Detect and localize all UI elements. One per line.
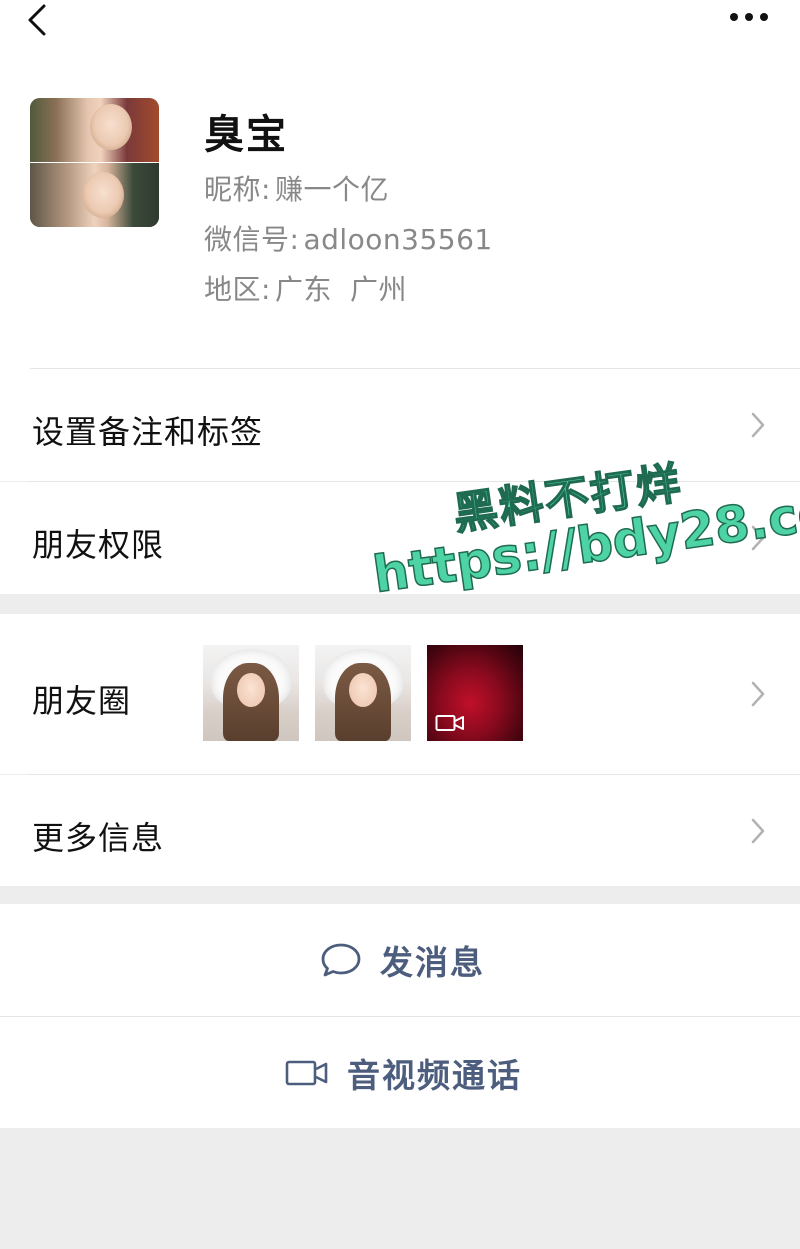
moments-video-thumbnail[interactable] [427, 645, 523, 741]
chevron-right-icon [751, 818, 765, 844]
video-call-button[interactable]: 音视频通话 [0, 1017, 800, 1128]
region-label: 地区: [204, 273, 271, 306]
more-dots-icon [730, 13, 768, 21]
moments-row[interactable]: 朋友圈 [0, 614, 800, 774]
moments-thumbnail[interactable] [315, 645, 411, 741]
wechat-id-value: adloon35561 [303, 223, 493, 256]
region-province: 广东 [274, 273, 332, 306]
thumbnail-face [237, 673, 265, 707]
moments-label: 朋友圈 [32, 682, 132, 720]
remark-tags-row[interactable]: 设置备注和标签 [0, 369, 800, 481]
nickname-row: 昵称: 赚一个亿 [204, 168, 389, 208]
more-info-label: 更多信息 [32, 819, 165, 857]
thumbnail-face [349, 673, 377, 707]
section-gap [0, 594, 800, 614]
wechat-id-label: 微信号: [204, 223, 300, 256]
avatar-face-top [90, 104, 132, 150]
chevron-right-icon [751, 412, 765, 438]
video-camera-icon [285, 1060, 328, 1085]
back-button[interactable] [20, 0, 60, 40]
wechat-id-row: 微信号: adloon35561 [204, 218, 493, 258]
more-info-row[interactable]: 更多信息 [0, 775, 800, 886]
nickname-value: 赚一个亿 [274, 173, 389, 206]
chat-bubble-icon [321, 943, 361, 977]
avatar[interactable] [30, 98, 159, 227]
region-city: 广州 [349, 273, 407, 306]
send-message-label: 发消息 [380, 943, 485, 982]
section-gap [0, 886, 800, 904]
top-nav-bar [0, 0, 800, 60]
video-call-label: 音视频通话 [347, 1055, 522, 1095]
profile-header: 臭宝 昵称: 赚一个亿 微信号: adloon35561 地区: 广东 广州 [0, 60, 800, 370]
avatar-face-bottom [82, 172, 124, 218]
more-options-button[interactable] [724, 2, 774, 32]
avatar-split-line [30, 162, 159, 163]
chevron-right-icon [751, 681, 765, 707]
contact-name: 臭宝 [204, 112, 288, 158]
back-chevron-icon [28, 4, 46, 36]
moments-thumbnail[interactable] [203, 645, 299, 741]
send-message-button[interactable]: 发消息 [0, 904, 800, 1016]
video-camera-icon [435, 715, 464, 731]
friend-permissions-row[interactable]: 朋友权限 [0, 482, 800, 594]
chevron-right-icon [751, 525, 765, 551]
nickname-label: 昵称: [204, 173, 271, 206]
remark-tags-label: 设置备注和标签 [32, 413, 264, 451]
region-row: 地区: 广东 广州 [204, 268, 407, 308]
friend-permissions-label: 朋友权限 [32, 526, 165, 564]
